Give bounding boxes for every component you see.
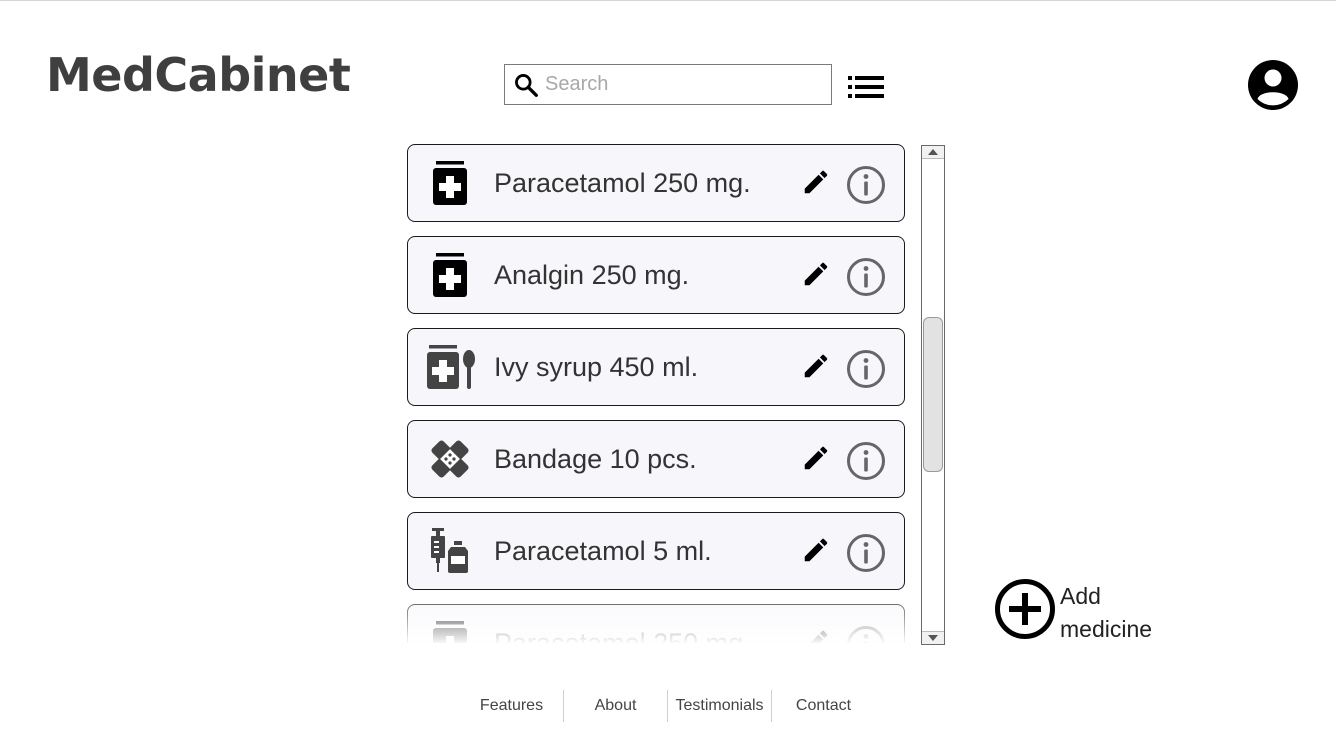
search-box[interactable] bbox=[504, 64, 832, 105]
footer-link-contact[interactable]: Contact bbox=[771, 690, 875, 722]
edit-icon[interactable] bbox=[801, 535, 831, 565]
footer-nav: Features About Testimonials Contact bbox=[460, 690, 875, 722]
add-medicine-button[interactable]: Add medicine bbox=[1060, 580, 1190, 646]
info-icon[interactable] bbox=[846, 257, 886, 297]
search-icon bbox=[515, 74, 538, 97]
scroll-up-arrow[interactable] bbox=[922, 146, 944, 159]
medicine-name: Ivy syrup 450 ml. bbox=[494, 352, 699, 382]
info-icon[interactable] bbox=[846, 625, 886, 643]
bandage-icon bbox=[426, 435, 474, 483]
info-icon[interactable] bbox=[846, 533, 886, 573]
footer-link-features[interactable]: Features bbox=[460, 690, 563, 722]
info-icon[interactable] bbox=[846, 441, 886, 481]
footer-link-about[interactable]: About bbox=[563, 690, 667, 722]
medicine-item[interactable]: Analgin 250 mg. bbox=[407, 236, 905, 314]
account-icon[interactable] bbox=[1247, 59, 1299, 111]
medicine-name: Analgin 250 mg. bbox=[494, 260, 690, 290]
scroll-down-arrow[interactable] bbox=[922, 631, 944, 644]
edit-icon[interactable] bbox=[801, 167, 831, 197]
add-circle-icon[interactable] bbox=[994, 578, 1056, 640]
list-view-icon[interactable] bbox=[848, 73, 884, 101]
medicine-bottle-icon bbox=[426, 159, 474, 207]
medicine-name: Bandage 10 pcs. bbox=[494, 444, 697, 474]
medicine-item[interactable]: Ivy syrup 450 ml. bbox=[407, 328, 905, 406]
syrup-spoon-icon bbox=[426, 343, 478, 391]
medicine-name: Paracetamol 250 mg. bbox=[494, 168, 751, 198]
medicine-item[interactable]: Paracetamol 250 mg. bbox=[407, 144, 905, 222]
info-icon[interactable] bbox=[846, 165, 886, 205]
medicine-bottle-icon bbox=[426, 619, 474, 643]
app-logo: MedCabinet bbox=[46, 48, 351, 102]
scrollbar-thumb[interactable] bbox=[923, 317, 943, 472]
medicine-item[interactable]: Paracetamol 250 mg. bbox=[407, 604, 905, 643]
medicine-name: Paracetamol 5 ml. bbox=[494, 536, 712, 566]
medicine-list[interactable]: Paracetamol 250 mg. Analgin 250 mg. Ivy … bbox=[400, 137, 915, 643]
search-input[interactable] bbox=[545, 69, 821, 100]
footer-link-testimonials[interactable]: Testimonials bbox=[667, 690, 771, 722]
edit-icon[interactable] bbox=[801, 443, 831, 473]
syringe-vial-icon bbox=[426, 527, 474, 575]
edit-icon[interactable] bbox=[801, 627, 831, 643]
info-icon[interactable] bbox=[846, 349, 886, 389]
edit-icon[interactable] bbox=[801, 259, 831, 289]
edit-icon[interactable] bbox=[801, 351, 831, 381]
list-scrollbar[interactable] bbox=[921, 145, 945, 645]
medicine-item[interactable]: Bandage 10 pcs. bbox=[407, 420, 905, 498]
medicine-bottle-icon bbox=[426, 251, 474, 299]
medicine-item[interactable]: Paracetamol 5 ml. bbox=[407, 512, 905, 590]
medicine-name: Paracetamol 250 mg. bbox=[494, 628, 751, 643]
